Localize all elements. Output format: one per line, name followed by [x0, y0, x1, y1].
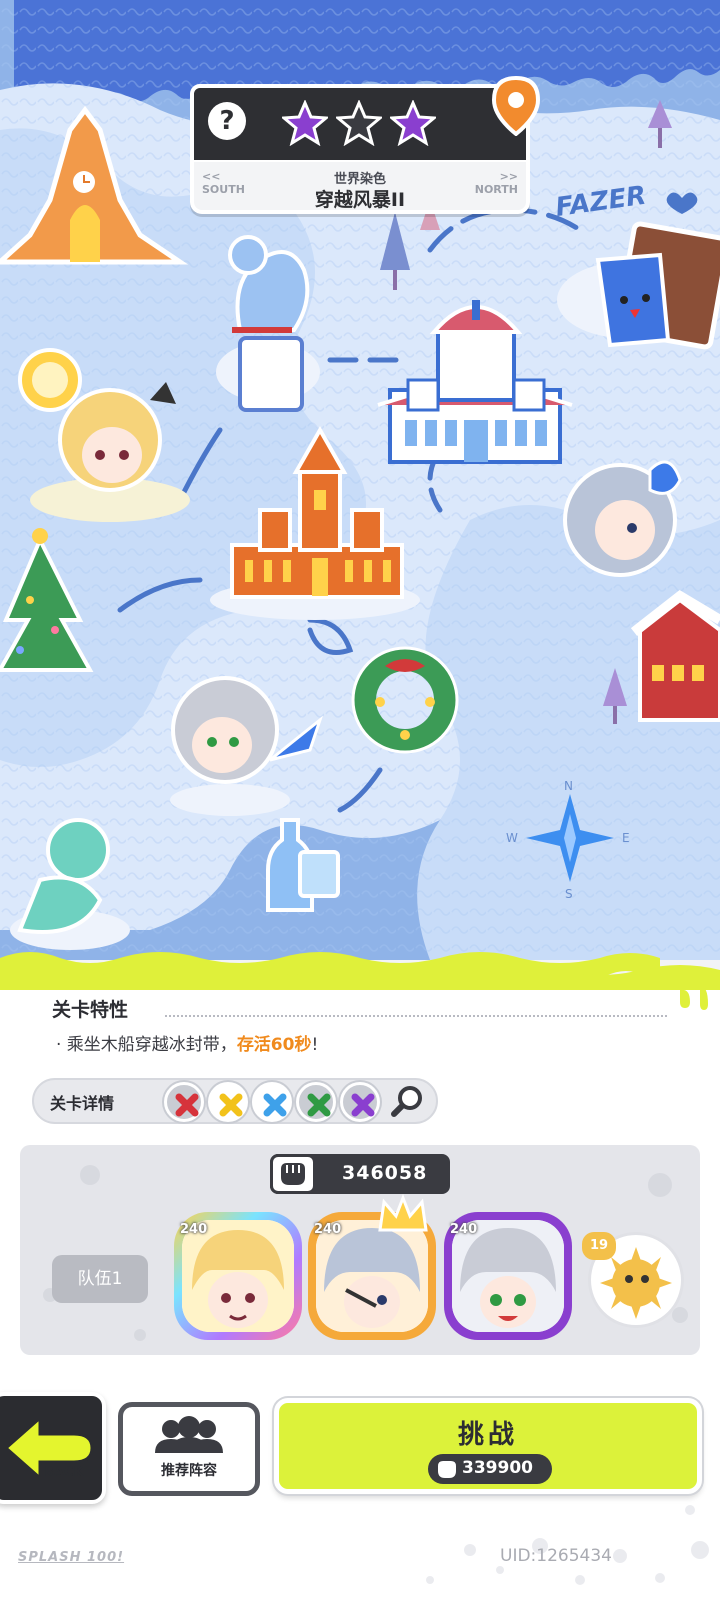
team-silhouette-icon [155, 1416, 223, 1453]
trait-heading: 关卡特性 [52, 999, 129, 1021]
compass-s: S [565, 887, 573, 901]
magnifier-icon[interactable] [390, 1083, 426, 1119]
element-blue-icon [252, 1082, 292, 1122]
pet-level: 19 [582, 1232, 616, 1260]
back-label: BACK [44, 1465, 85, 1480]
element-yellow-icon [208, 1082, 248, 1122]
recommend-team-label: 推荐阵容 [161, 1463, 217, 1479]
member-1-level: 240 [180, 1222, 208, 1237]
compass-e: E [622, 831, 630, 845]
user-id: UID:1265434 [500, 1546, 612, 1566]
compass-n: N [564, 779, 573, 793]
star-icon-2 [336, 100, 382, 146]
world-map: FAZER N S W E ? << SOUTH >> NORTH 世界染色 穿… [0, 0, 720, 960]
crown-icon [378, 1194, 428, 1232]
help-button[interactable]: ? [208, 102, 246, 140]
trait-divider [165, 1015, 667, 1017]
member-3-level: 240 [450, 1222, 478, 1237]
location-pin-icon[interactable] [490, 76, 542, 136]
trait-text-highlight: 存活60秒 [236, 1035, 312, 1055]
member-2-level: 240 [314, 1222, 342, 1237]
game-logo: SPLASH 100! [18, 1550, 125, 1565]
trait-description: · 乘坐木船穿越冰封带，存活60秒! [56, 1030, 318, 1055]
element-red-icon [164, 1082, 204, 1122]
stage-title: 穿越风暴II [314, 189, 406, 211]
back-arrow-icon: BACK [3, 1414, 94, 1482]
stage-card: ? << SOUTH >> NORTH 世界染色 穿越风暴II [190, 76, 541, 216]
recommend-team-button[interactable] [118, 1402, 260, 1496]
team-selector[interactable]: 队伍1 [52, 1255, 148, 1303]
fist-icon [270, 1154, 316, 1194]
back-button[interactable]: BACK [0, 1392, 106, 1504]
element-green-icon [296, 1082, 336, 1122]
trait-text-suffix: ! [311, 1035, 319, 1055]
element-purple-icon [340, 1082, 380, 1122]
required-power-value: 339900 [462, 1458, 533, 1478]
trait-text-prefix: · 乘坐木船穿越冰封带， [56, 1035, 237, 1055]
challenge-label: 挑战 [457, 1420, 518, 1450]
star-icon-3 [390, 100, 436, 146]
stage-details-label: 关卡详情 [50, 1094, 115, 1113]
compass-w: W [506, 831, 518, 845]
team-power-value: 346058 [342, 1162, 428, 1184]
fist-icon [438, 1461, 456, 1478]
star-icon-1 [282, 100, 328, 146]
